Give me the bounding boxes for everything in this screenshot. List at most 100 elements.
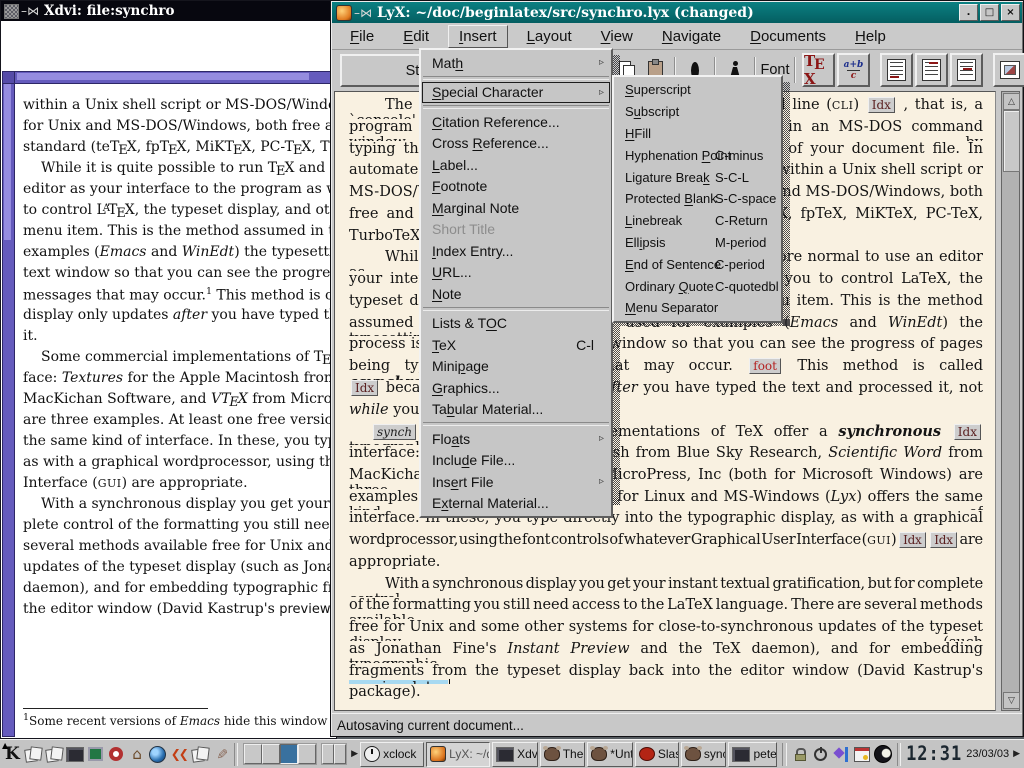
menu-item-ordinary-quote[interactable]: Ordinary QuoteC-quotedbl	[615, 275, 780, 297]
menu-item-citation-reference[interactable]: Citation Reference...	[422, 111, 610, 133]
menu-item-short-title[interactable]: Short Title	[422, 219, 610, 241]
task-button-slas[interactable]: Slas	[635, 742, 679, 767]
paragraph-layout-button[interactable]	[880, 53, 913, 87]
menu-item-lists-toc[interactable]: Lists & TOC	[422, 313, 610, 335]
pager-desktop-1[interactable]	[244, 744, 262, 764]
tex-mode-button[interactable]: TEX	[802, 53, 835, 87]
task-button-xdvi[interactable]: Xdvi	[492, 742, 538, 767]
menu-item-hyphenation-point[interactable]: Hyphenation PointC-minus	[615, 144, 780, 166]
menu-item-hfill[interactable]: HFill	[615, 123, 780, 145]
notes-button[interactable]	[44, 742, 65, 767]
menu-item-end-of-sentence[interactable]: End of SentenceC-period	[615, 253, 780, 275]
menubar-item-layout[interactable]: Layout	[517, 26, 582, 47]
files-button[interactable]	[189, 742, 210, 767]
xdvi-hscroll-thumb[interactable]	[17, 73, 309, 80]
menu-item-tex[interactable]: TeXC-l	[422, 334, 610, 356]
task-button-sync[interactable]: sync	[681, 742, 727, 767]
close-button[interactable]: ×	[1001, 4, 1020, 21]
menu-item-tabular-material[interactable]: Tabular Material...	[422, 399, 610, 421]
menu-item-url[interactable]: URL...	[422, 262, 610, 284]
menu-item-label[interactable]: Label...	[422, 154, 610, 176]
task-button-the-g[interactable]: The G	[540, 742, 586, 767]
insert-figure-button[interactable]	[993, 53, 1024, 87]
maximize-button[interactable]: □	[980, 4, 999, 21]
help-button[interactable]	[106, 742, 127, 767]
menu-item-external-material[interactable]: External Material...	[422, 493, 610, 515]
menu-item-menu-separator[interactable]: Menu Separator	[615, 297, 780, 319]
lyx-titlebar[interactable]: –⋈ LyX: ~/doc/beginlatex/src/synchro.lyx…	[332, 2, 1022, 23]
menubar-item-file[interactable]: File	[340, 26, 384, 47]
menu-item-special-character[interactable]: Special Character▹	[422, 82, 610, 104]
editor-button[interactable]: ✎	[210, 742, 231, 767]
pager-desktop-3[interactable]	[280, 744, 298, 764]
sticky-pin-icon[interactable]: –⋈	[354, 6, 372, 20]
menu-item-include-file[interactable]: Include File...	[422, 450, 610, 472]
menu-item-subscript[interactable]: Subscript	[615, 101, 780, 123]
idx-inset[interactable]: Idx	[868, 97, 895, 113]
menu-item-note[interactable]: Note	[422, 283, 610, 305]
task-button-xclock[interactable]: xclock	[360, 742, 424, 767]
organizer-button[interactable]	[852, 742, 873, 767]
kde-app-button[interactable]: ❮❮	[168, 742, 189, 767]
pager-mini-cell[interactable]	[322, 744, 334, 764]
scroll-thumb[interactable]	[1003, 110, 1020, 172]
menubar-item-edit[interactable]: Edit	[393, 26, 439, 47]
foot-inset[interactable]: foot	[749, 358, 781, 374]
menubar-item-help[interactable]: Help	[845, 26, 896, 47]
moon-phase-button[interactable]	[873, 742, 894, 767]
web-browser-button[interactable]	[148, 742, 169, 767]
sticky-pin-icon[interactable]: –⋈	[21, 4, 39, 18]
pager-mini-cell[interactable]	[334, 744, 346, 764]
menu-item-linebreak[interactable]: LinebreakC-Return	[615, 210, 780, 232]
menubar-item-view[interactable]: View	[591, 26, 643, 47]
menu-item-cross-reference[interactable]: Cross Reference...	[422, 133, 610, 155]
menu-item-graphics[interactable]: Graphics...	[422, 377, 610, 399]
menu-item-math[interactable]: Math▹	[422, 52, 610, 74]
task-button-unti[interactable]: *Unti	[587, 742, 633, 767]
menu-item-footnote[interactable]: Footnote	[422, 176, 610, 198]
menu-item-marginal-note[interactable]: Marginal Note	[422, 197, 610, 219]
scroll-up-arrow[interactable]: △	[1003, 93, 1020, 110]
synch-inset[interactable]: synch	[373, 424, 416, 440]
scroll-down-arrow[interactable]: ▽	[1003, 692, 1020, 709]
menu-item-minipage[interactable]: Minipage	[422, 356, 610, 378]
pager-mini[interactable]	[321, 743, 347, 765]
pager-desktop-4[interactable]	[298, 744, 316, 764]
menubar-item-navigate[interactable]: Navigate	[652, 26, 731, 47]
menu-item-ellipsis[interactable]: EllipsisM-period	[615, 232, 780, 254]
paint-tool-button[interactable]	[831, 742, 852, 767]
terminal-button[interactable]	[85, 742, 106, 767]
menubar-item-insert[interactable]: Insert	[448, 25, 508, 48]
menu-item-superscript[interactable]: Superscript	[615, 79, 780, 101]
k-menu-button[interactable]: ▲K	[2, 742, 23, 767]
menu-item-ligature-break[interactable]: Ligature BreakS-C-L	[615, 166, 780, 188]
task-scroll-left-icon[interactable]: ▶	[351, 749, 358, 759]
paragraph-depth-button[interactable]	[950, 53, 983, 87]
display-settings-button[interactable]	[64, 742, 85, 767]
menubar-item-documents[interactable]: Documents	[740, 26, 836, 47]
iconify-button[interactable]: .	[959, 4, 978, 21]
desktop-pager[interactable]	[243, 743, 317, 765]
logout-button[interactable]	[810, 742, 831, 767]
paragraph-indent-button[interactable]	[915, 53, 948, 87]
pager-desktop-2[interactable]	[262, 744, 280, 764]
panel-hide-arrow-icon[interactable]: ▶	[1013, 749, 1020, 759]
task-button-pete[interactable]: pete◄	[728, 742, 777, 767]
home-folder-button[interactable]: ⌂	[127, 742, 148, 767]
lock-screen-button[interactable]	[790, 742, 811, 767]
xdvi-horizontal-scrollbar[interactable]	[14, 71, 335, 84]
idx-inset[interactable]: Idx	[899, 532, 925, 548]
idx-inset[interactable]: Idx	[954, 424, 981, 440]
menu-item-floats[interactable]: Floats▹	[422, 428, 610, 450]
menu-item-protected-blank[interactable]: Protected BlankS-C-space	[615, 188, 780, 210]
idx-inset[interactable]: Idx	[930, 532, 956, 548]
menu-item-insert-file[interactable]: Insert File▹	[422, 471, 610, 493]
document-scrollbar[interactable]: △ ▽	[1001, 91, 1020, 711]
idx-inset[interactable]: Idx	[351, 380, 378, 396]
xdvi-titlebar[interactable]: –⋈ Xdvi: file:synchro	[1, 1, 336, 21]
xdvi-vscroll-thumb[interactable]	[4, 84, 11, 240]
window-list-button[interactable]	[23, 742, 44, 767]
menu-item-index-entry[interactable]: Index Entry...	[422, 240, 610, 262]
math-mode-button[interactable]: a+bc	[837, 53, 870, 87]
task-button-lyx-doc[interactable]: LyX: ~/doc	[426, 742, 490, 767]
